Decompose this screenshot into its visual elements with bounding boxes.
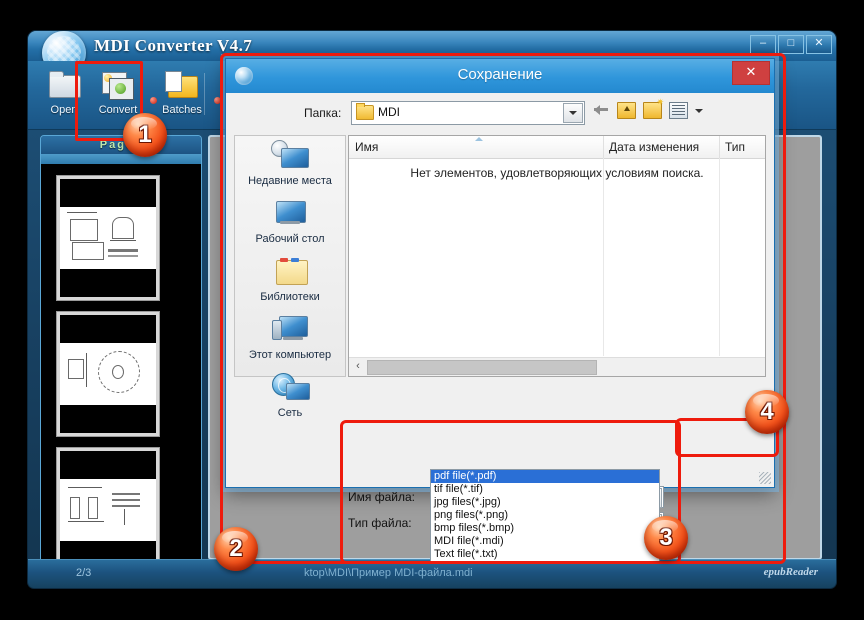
back-arrow-icon[interactable] [594,103,610,119]
file-list[interactable]: Имя Дата изменения Тип Нет элементов, уд… [348,135,766,377]
file-path-label: ktop\MDI\Пример MDI-файла.mdi [304,567,473,579]
file-list-header: Имя Дата изменения Тип [349,136,765,159]
place-label: Рабочий стол [235,233,345,245]
folder-icon [356,105,374,120]
dialog-title: Сохранение [226,66,774,83]
chevron-down-icon[interactable] [563,103,583,123]
toolbar-button-open[interactable]: Open [36,67,92,125]
filename-label: Имя файла: [348,490,415,504]
place-item-desktop[interactable]: Рабочий стол [235,198,345,252]
filetype-option[interactable]: jpg files(*.jpg) [431,496,659,509]
recent-places-icon [269,140,311,174]
place-item-this-computer[interactable]: Этот компьютер [235,314,345,368]
statusbar: 2/3 ktop\MDI\Пример MDI-файла.mdi epubRe… [28,559,836,588]
dialog-titlebar: Сохранение ✕ [226,59,774,94]
app-title: MDI Converter V4.7 [94,36,252,56]
window-controls: – □ ✕ [750,35,832,54]
pages-panel-subbar [41,154,201,164]
lookin-value: MDI [378,105,400,119]
batches-folder-icon [165,69,199,101]
thumbnail-drawing [64,481,152,539]
filetype-option[interactable]: png files(*.png) [431,509,659,522]
toolbar-label-batches: Batches [154,104,210,116]
lookin-row: Папка: MDI [226,101,774,127]
place-label: Сеть [235,407,345,419]
filetype-option[interactable]: bmp files(*.bmp) [431,522,659,535]
place-item-libraries[interactable]: Библиотеки [235,256,345,310]
thumbnail-drawing [64,209,152,267]
filetype-dropdown-list[interactable]: pdf file(*.pdf)tif file(*.tif)jpg files(… [430,469,660,562]
dialog-close-button[interactable]: ✕ [732,61,770,85]
page-indicator: 2/3 [76,567,91,579]
save-dialog: Сохранение ✕ Папка: MDI [225,58,775,488]
chevron-down-icon[interactable] [695,109,703,113]
desktop-icon [269,198,311,232]
resize-grip[interactable] [759,472,771,484]
minimize-button[interactable]: – [750,35,776,54]
pages-thumbnail-list[interactable] [41,164,201,566]
place-label: Библиотеки [235,291,345,303]
place-item-network[interactable]: Сеть [235,372,345,426]
up-folder-icon[interactable] [617,102,636,119]
toolbar-label-open: Open [36,104,92,116]
column-header-type[interactable]: Тип [725,140,745,154]
places-bar: Недавние места Рабочий стол Библиотеки [234,135,346,377]
annotation-badge-2: 2 [214,527,258,571]
convert-images-icon [101,69,135,101]
page-thumbnail[interactable] [57,448,159,567]
toolbar-button-batches[interactable]: Batches [154,67,210,125]
place-label: Этот компьютер [235,349,345,361]
column-header-name[interactable]: Имя [355,140,378,154]
annotation-badge-4: 4 [745,390,789,434]
filetype-label: Тип файла: [348,516,412,530]
dialog-body: Папка: MDI [226,93,774,487]
page-thumbnail[interactable] [57,176,159,300]
app-titlebar: MDI Converter V4.7 – □ ✕ [28,31,836,61]
lookin-label: Папка: [304,106,341,120]
scrollbar-thumb[interactable] [367,360,597,375]
this-computer-icon [269,314,311,348]
libraries-icon [269,256,311,290]
scroll-left-icon[interactable]: ‹ [351,359,365,374]
maximize-button[interactable]: □ [778,35,804,54]
annotation-badge-3: 3 [644,516,688,560]
brand-label: epubReader [764,566,818,578]
filetype-option[interactable]: tif file(*.tif) [431,483,659,496]
file-list-horizontal-scrollbar[interactable]: ‹ [349,357,765,376]
place-label: Недавние места [235,175,345,187]
dialog-nav-icons [594,102,703,119]
close-button[interactable]: ✕ [806,35,832,54]
place-item-recent[interactable]: Недавние места [235,140,345,194]
filetype-option[interactable]: pdf file(*.pdf) [431,470,659,483]
file-list-empty-message: Нет элементов, удовлетворяющих условиям … [349,166,765,180]
pages-panel: Pages [40,135,202,567]
filetype-option[interactable]: Text file(*.txt) [431,548,659,561]
column-header-date[interactable]: Дата изменения [609,140,699,154]
views-icon[interactable] [669,102,688,119]
annotation-badge-1: 1 [123,113,167,157]
pages-panel-title: Pages [41,136,201,154]
thumbnail-drawing [64,345,152,403]
new-folder-icon[interactable] [643,102,662,119]
network-icon [269,372,311,406]
sort-indicator-icon [475,137,483,141]
lookin-combobox[interactable]: MDI [351,101,585,125]
page-thumbnail[interactable] [57,312,159,436]
filetype-option[interactable]: MDI file(*.mdi) [431,535,659,548]
open-folder-icon [47,69,81,101]
